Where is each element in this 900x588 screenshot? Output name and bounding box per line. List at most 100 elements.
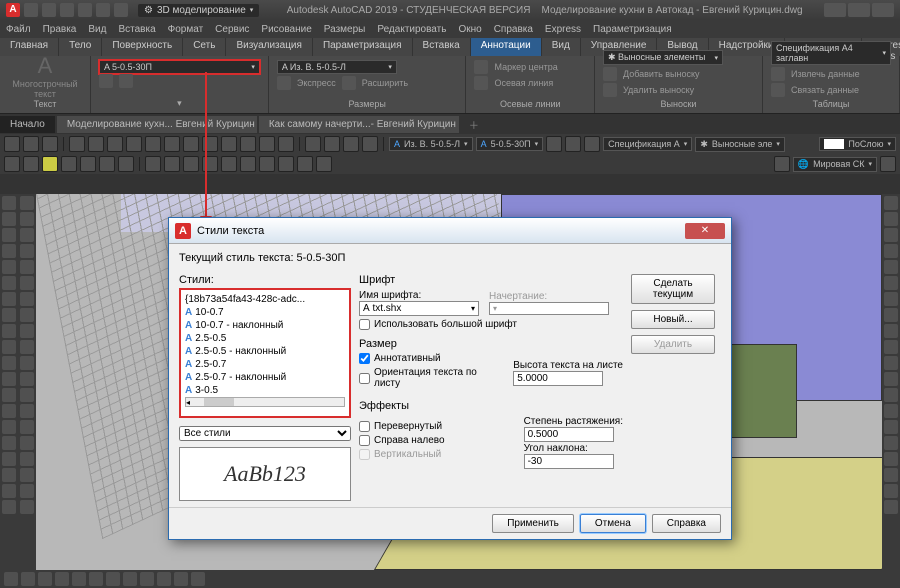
vtool-icon[interactable] xyxy=(2,308,16,322)
tb-save-icon[interactable] xyxy=(42,136,58,152)
link-btn[interactable]: Связать данные xyxy=(791,85,859,95)
qat-new-icon[interactable] xyxy=(24,3,38,17)
qat-redo-icon[interactable] xyxy=(96,3,110,17)
btool-icon[interactable] xyxy=(140,572,154,586)
menu-insert[interactable]: Вставка xyxy=(118,24,155,35)
tb-btn[interactable] xyxy=(23,156,39,172)
vtool-icon[interactable] xyxy=(2,452,16,466)
tb-btn[interactable] xyxy=(343,136,359,152)
style-filter-select[interactable]: Все стили xyxy=(179,426,351,441)
upside-checkbox[interactable] xyxy=(359,421,370,432)
vtool-icon[interactable] xyxy=(884,244,898,258)
annotative-checkbox[interactable] xyxy=(359,353,370,364)
vtool-icon[interactable] xyxy=(884,500,898,514)
menu-express[interactable]: Express xyxy=(545,24,581,35)
styles-listbox[interactable]: {18b73a54fa43-428c-adc... A10-0.7 A10-0.… xyxy=(179,288,351,418)
centerline-btn[interactable]: Осевая линия xyxy=(494,78,553,88)
leader-style-dropdown[interactable]: ✱ Выносные элементы xyxy=(603,50,723,65)
new-style-button[interactable]: Новый... xyxy=(631,310,715,329)
mtext-button[interactable]: AМногострочный текст xyxy=(8,53,82,99)
vtool-icon[interactable] xyxy=(2,196,16,210)
tb-btn[interactable] xyxy=(164,136,180,152)
vtool-icon[interactable] xyxy=(2,260,16,274)
vtool-icon[interactable] xyxy=(2,388,16,402)
vtool-icon[interactable] xyxy=(20,372,34,386)
vtool-icon[interactable] xyxy=(20,388,34,402)
apply-button[interactable]: Применить xyxy=(492,514,574,533)
tb-btn[interactable] xyxy=(278,136,294,152)
list-item[interactable]: A10-0.7 xyxy=(185,306,345,319)
vtool-icon[interactable] xyxy=(2,244,16,258)
vtool-icon[interactable] xyxy=(884,260,898,274)
list-item[interactable]: A2.5-0.7 - наклонный xyxy=(185,371,345,384)
list-item[interactable]: A3-0.5 xyxy=(185,384,345,397)
dialog-close-button[interactable]: ✕ xyxy=(685,223,725,239)
list-item[interactable]: A10-0.7 - наклонный xyxy=(185,319,345,332)
vtool-icon[interactable] xyxy=(20,260,34,274)
orient-checkbox[interactable] xyxy=(359,373,370,384)
vtool-icon[interactable] xyxy=(2,292,16,306)
tb-btn[interactable] xyxy=(240,136,256,152)
vtool-icon[interactable] xyxy=(884,452,898,466)
vtool-icon[interactable] xyxy=(2,404,16,418)
centerline-icon[interactable] xyxy=(474,76,488,90)
vtool-icon[interactable] xyxy=(884,292,898,306)
vtool-icon[interactable] xyxy=(20,436,34,450)
link-icon[interactable] xyxy=(771,83,785,97)
menu-help[interactable]: Справка xyxy=(494,24,533,35)
btool-icon[interactable] xyxy=(72,572,86,586)
font-name-select[interactable]: A txt.shx xyxy=(359,301,479,316)
tb-btn[interactable] xyxy=(774,156,790,172)
bylayer-drop[interactable]: ПоСлою xyxy=(819,137,896,151)
menu-tools[interactable]: Сервис xyxy=(215,24,249,35)
vtool-icon[interactable] xyxy=(20,324,34,338)
vtool-icon[interactable] xyxy=(20,228,34,242)
vtool-icon[interactable] xyxy=(20,356,34,370)
tb-btn[interactable] xyxy=(221,156,237,172)
vtool-icon[interactable] xyxy=(2,212,16,226)
tb-btn[interactable] xyxy=(145,156,161,172)
tb-sun-icon[interactable] xyxy=(42,156,58,172)
tb-btn[interactable] xyxy=(80,156,96,172)
extract-btn[interactable]: Извлечь данные xyxy=(791,69,860,79)
vtool-icon[interactable] xyxy=(2,228,16,242)
list-item[interactable]: A2.5-0.5 xyxy=(185,332,345,345)
check-icon[interactable] xyxy=(119,74,133,88)
vtool-icon[interactable] xyxy=(2,468,16,482)
tb-btn[interactable] xyxy=(305,136,321,152)
vtool-icon[interactable] xyxy=(20,484,34,498)
oblique-input[interactable] xyxy=(524,454,614,469)
vtool-icon[interactable] xyxy=(884,276,898,290)
vtool-icon[interactable] xyxy=(884,388,898,402)
vtool-icon[interactable] xyxy=(2,324,16,338)
menu-modify[interactable]: Редактировать xyxy=(377,24,446,35)
tb-btn[interactable] xyxy=(126,136,142,152)
textstyle-drop[interactable]: A5-0.5-30П xyxy=(476,137,544,151)
stretch-input[interactable] xyxy=(524,427,614,442)
btool-icon[interactable] xyxy=(174,572,188,586)
tb-btn[interactable] xyxy=(4,156,20,172)
tb-btn[interactable] xyxy=(324,136,340,152)
tb-btn[interactable] xyxy=(221,136,237,152)
dim-icon2[interactable] xyxy=(342,76,356,90)
menu-file[interactable]: Файл xyxy=(6,24,31,35)
vtool-icon[interactable] xyxy=(884,404,898,418)
doctab-start[interactable]: Начало xyxy=(0,116,55,133)
doctab-add[interactable]: ＋ xyxy=(461,114,487,135)
btool-icon[interactable] xyxy=(55,572,69,586)
qat-print-icon[interactable] xyxy=(114,3,128,17)
tb-open-icon[interactable] xyxy=(23,136,39,152)
vtool-icon[interactable] xyxy=(884,420,898,434)
table-style-dropdown[interactable]: Спецификация А4 заглавн xyxy=(771,41,891,65)
center-mark-btn[interactable]: Маркер центра xyxy=(494,62,557,72)
vtool-icon[interactable] xyxy=(884,212,898,226)
tab-mesh[interactable]: Сеть xyxy=(183,38,226,56)
vtool-icon[interactable] xyxy=(2,340,16,354)
menu-format[interactable]: Формат xyxy=(168,24,204,35)
vtool-icon[interactable] xyxy=(2,484,16,498)
tb-btn[interactable] xyxy=(546,136,562,152)
vtool-icon[interactable] xyxy=(20,404,34,418)
btool-icon[interactable] xyxy=(4,572,18,586)
add-leader-btn[interactable]: Добавить выноску xyxy=(623,69,700,79)
tb-btn[interactable] xyxy=(565,136,581,152)
